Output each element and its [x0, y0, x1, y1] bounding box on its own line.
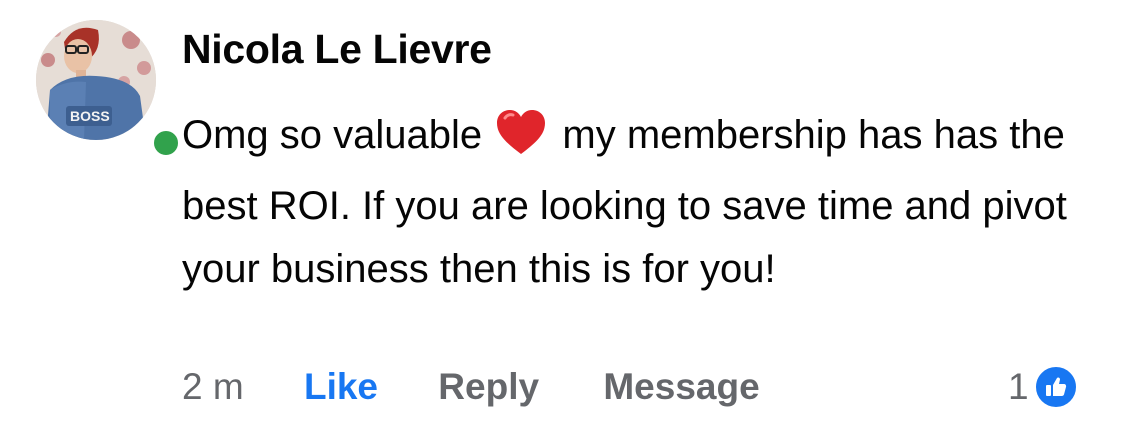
reaction-summary[interactable]: 1 — [1008, 363, 1079, 411]
comment-actions: 2 m Like Reply Message — [182, 366, 760, 408]
like-icon — [1032, 364, 1079, 410]
message-button[interactable]: Message — [603, 366, 759, 408]
avatar-jacket-text: BOSS — [70, 108, 110, 124]
like-button[interactable]: Like — [304, 366, 378, 408]
red-heart-icon — [495, 108, 547, 175]
reaction-count: 1 — [1008, 366, 1029, 407]
avatar-image: BOSS — [36, 20, 156, 140]
avatar-container[interactable]: BOSS — [36, 20, 183, 160]
avatar[interactable]: BOSS — [36, 20, 156, 140]
online-status-indicator — [149, 126, 183, 160]
reply-button[interactable]: Reply — [438, 366, 539, 408]
comment-timestamp[interactable]: 2 m — [182, 366, 244, 408]
comment-text-part-1: Omg so valuable — [182, 113, 483, 157]
comment-text: Omg so valuable my membership has has th… — [182, 104, 1102, 301]
comment: BOSS Nicola Le Lievre Omg so valuable my… — [0, 0, 1125, 445]
comment-author[interactable]: Nicola Le Lievre — [182, 26, 492, 73]
